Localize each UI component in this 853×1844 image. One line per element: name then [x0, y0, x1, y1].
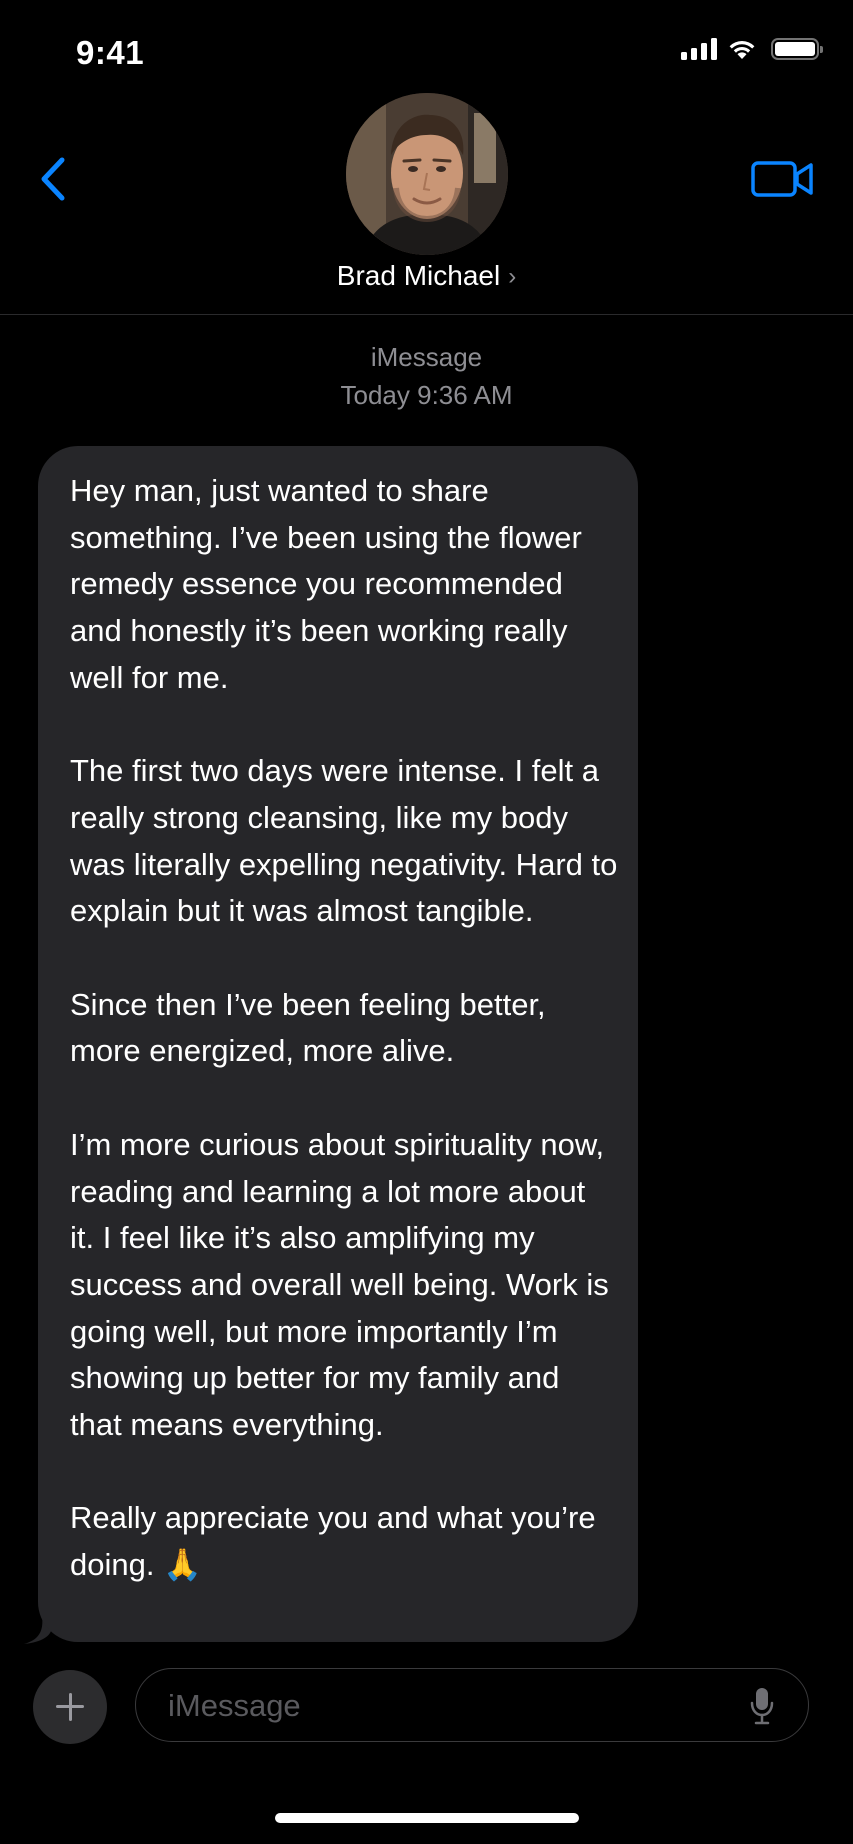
message-input[interactable]	[166, 1669, 730, 1742]
incoming-message-bubble[interactable]: Hey man, just wanted to share something.…	[38, 446, 638, 1642]
conversation-header: Brad Michael ›	[0, 88, 853, 315]
contact-name: Brad Michael	[336, 260, 501, 291]
message-paragraph: Really appreciate you and what you’re do…	[70, 1500, 596, 1583]
message-paragraph: I’m more curious about spirituality now,…	[70, 1126, 609, 1443]
status-bar: 9:41	[0, 0, 853, 100]
chevron-left-icon	[41, 157, 65, 201]
conversation-meta: iMessage Today 9:36 AM	[0, 338, 853, 414]
message-paragraph: Since then I’ve been feeling better, mor…	[70, 986, 546, 1069]
battery-icon	[771, 38, 823, 60]
cellular-signal-icon	[681, 38, 717, 60]
home-indicator[interactable]	[275, 1813, 579, 1823]
status-icons	[681, 38, 823, 60]
back-button[interactable]	[34, 154, 74, 204]
status-time: 9:41	[76, 34, 145, 71]
microphone-icon[interactable]	[750, 1687, 774, 1725]
chevron-right-icon: ›	[508, 263, 517, 290]
message-timestamp: Today 9:36 AM	[340, 380, 513, 410]
service-label: iMessage	[370, 342, 483, 372]
message-field-container	[135, 1668, 809, 1742]
compose-bar	[0, 1666, 853, 1746]
apps-plus-button[interactable]	[33, 1670, 107, 1744]
video-camera-icon	[751, 161, 813, 197]
contact-name-button[interactable]: Brad Michael ›	[0, 260, 853, 292]
avatar-photo	[346, 93, 508, 255]
facetime-video-button[interactable]	[751, 158, 815, 200]
wifi-icon	[729, 41, 755, 59]
message-paragraph: Hey man, just wanted to share something.…	[70, 473, 582, 695]
contact-avatar[interactable]	[346, 93, 508, 255]
message-paragraph: The first two days were intense. I felt …	[70, 753, 618, 929]
